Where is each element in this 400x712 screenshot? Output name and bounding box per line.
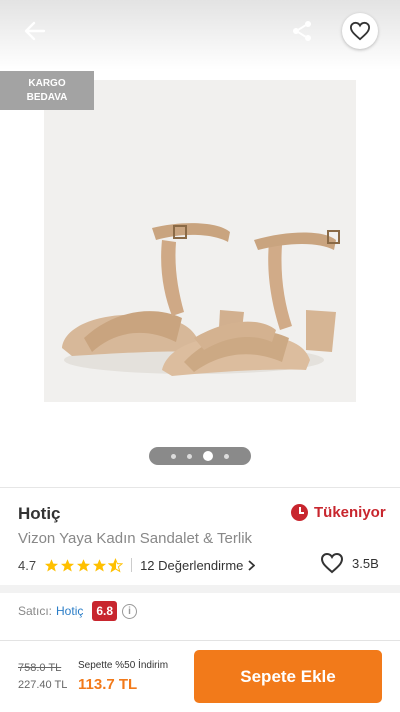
pagination-dot[interactable] [171, 453, 176, 459]
cart-price: 227.40 TL [18, 679, 68, 691]
seller-score-badge: 6.8 [92, 601, 118, 621]
divider [131, 558, 133, 572]
badge-line-2: BEDAVA [26, 91, 68, 103]
free-shipping-badge: KARGO BEDAVA [0, 71, 94, 110]
old-price: 758.0 TL [18, 662, 62, 674]
product-image[interactable] [44, 80, 356, 402]
seller-name-link[interactable]: Hotiç [56, 604, 83, 618]
reviews-count: 12 Değerlendirme [140, 557, 244, 573]
image-pagination[interactable] [149, 447, 251, 465]
share-button[interactable] [286, 16, 318, 46]
pagination-dot-active[interactable] [203, 451, 213, 461]
reviews-link[interactable]: 12 Değerlendirme [140, 557, 256, 573]
product-gallery[interactable]: KARGO BEDAVA [0, 0, 400, 487]
star-icon [77, 558, 91, 571]
star-icon [45, 558, 59, 571]
product-title: Vizon Yaya Kadın Sandalet & Terlik [18, 530, 253, 547]
star-icon [61, 558, 75, 571]
sandal-illustration [62, 223, 340, 376]
star-icon [93, 558, 107, 571]
heart-icon [320, 552, 344, 574]
seller-label: Satıcı: [18, 604, 53, 618]
clock-icon [291, 504, 308, 521]
half-star-icon [108, 557, 124, 572]
discount-label: Sepette %50 İndirim [78, 660, 169, 671]
rating-row: 4.7 12 Değerlendirme [18, 556, 256, 574]
rating-stars [44, 557, 124, 573]
favorite-button[interactable] [342, 13, 378, 49]
stock-status-text: Tükeniyor [314, 504, 386, 521]
chevron-right-icon [248, 559, 256, 571]
stock-status: Tükeniyor [291, 504, 386, 521]
bottom-purchase-bar: 758.0 TL 227.40 TL Sepette %50 İndirim 1… [0, 640, 400, 712]
pagination-dot[interactable] [187, 453, 192, 459]
share-icon [293, 21, 311, 41]
pagination-dot[interactable] [224, 453, 229, 459]
seller-info: Satıcı: Hotiç 6.8 i [18, 600, 138, 622]
divider [0, 487, 400, 488]
info-icon[interactable]: i [122, 603, 138, 619]
final-price: 113.7 TL [78, 676, 138, 693]
brand-name[interactable]: Hotiç [18, 504, 61, 524]
like-count: 3.5B [352, 555, 379, 571]
badge-line-1: KARGO [28, 77, 66, 89]
back-arrow-icon [24, 21, 46, 41]
back-button[interactable] [18, 16, 52, 46]
add-to-cart-button[interactable]: Sepete Ekle [194, 650, 382, 703]
like-button[interactable]: 3.5B [320, 552, 379, 574]
section-divider [0, 585, 400, 593]
rating-value: 4.7 [18, 557, 37, 573]
heart-icon [349, 21, 371, 41]
